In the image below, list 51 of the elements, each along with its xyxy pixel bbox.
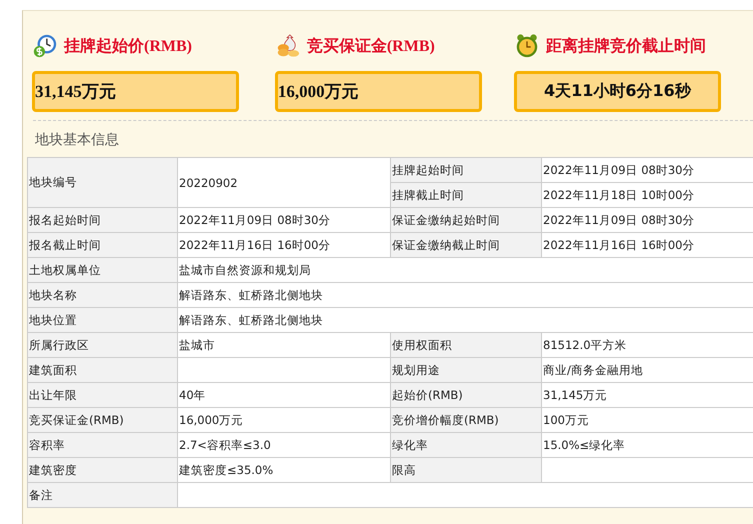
field-value: 100万元 <box>542 408 753 432</box>
field-value: 2022年11月18日 10时00分 <box>542 182 753 208</box>
summary-value: 4天11小时6分16秒 <box>514 71 721 112</box>
field-value: 盐城市自然资源和规划局 <box>178 258 753 282</box>
field-value: 20220902 <box>178 158 390 208</box>
field-label: 保证金缴纳截止时间 <box>390 232 542 258</box>
summary-label: 距离挂牌竞价截止时间 <box>546 36 706 56</box>
field-label: 地块名称 <box>28 282 178 308</box>
field-value: 商业/商务金融用地 <box>542 358 753 382</box>
field-label: 保证金缴纳起始时间 <box>390 208 542 232</box>
field-label: 建筑密度 <box>28 458 178 482</box>
field-value: 15.0%≤绿化率 <box>542 432 753 458</box>
field-label: 竞价增价幅度(RMB) <box>390 408 542 432</box>
field-label: 规划用途 <box>390 358 542 382</box>
field-value: 16,000万元 <box>178 408 390 432</box>
summary-label: 竞买保证金(RMB) <box>306 36 435 56</box>
field-label: 地块编号 <box>28 158 178 208</box>
field-label: 挂牌起始时间 <box>390 158 542 182</box>
field-label: 土地权属单位 <box>28 258 178 282</box>
field-value: 盐城市 <box>178 332 390 358</box>
field-value: 31,145万元 <box>542 382 753 408</box>
field-label: 挂牌截止时间 <box>390 182 542 208</box>
field-value: 2.7<容积率≤3.0 <box>178 432 390 458</box>
clock-dollar-icon <box>32 33 58 59</box>
field-label: 所属行政区 <box>28 332 178 358</box>
field-value: 2022年11月09日 08时30分 <box>542 158 753 182</box>
field-label: 绿化率 <box>390 432 542 458</box>
field-value: 解语路东、虹桥路北侧地块 <box>178 282 753 308</box>
field-label: 起始价(RMB) <box>390 382 542 408</box>
field-label: 容积率 <box>28 432 178 458</box>
field-value: 40年 <box>178 382 390 408</box>
field-label: 报名截止时间 <box>28 232 178 258</box>
field-label: 备注 <box>28 482 178 508</box>
field-label: 限高 <box>390 458 542 482</box>
field-value: 解语路东、虹桥路北侧地块 <box>178 308 753 332</box>
field-value: 81512.0平方米 <box>542 332 753 358</box>
section-title: 地块基本信息 <box>35 131 120 150</box>
field-value: 2022年11月16日 16时00分 <box>542 232 753 258</box>
field-label: 报名起始时间 <box>28 208 178 232</box>
field-value: 2022年11月09日 08时30分 <box>542 208 753 232</box>
field-label: 地块位置 <box>28 308 178 332</box>
field-label: 建筑面积 <box>28 358 178 382</box>
field-label: 竞买保证金(RMB) <box>28 408 178 432</box>
summary-value: 31,145万元 <box>32 71 239 112</box>
field-value: 建筑密度≤35.0% <box>178 458 390 482</box>
summary-value: 16,000万元 <box>274 71 482 112</box>
field-value: 2022年11月16日 16时00分 <box>178 232 390 258</box>
field-value: 2022年11月09日 08时30分 <box>178 208 390 232</box>
field-label: 使用权面积 <box>390 332 542 358</box>
field-label: 出让年限 <box>28 382 178 408</box>
summary-label: 挂牌起始价(RMB) <box>64 36 192 56</box>
